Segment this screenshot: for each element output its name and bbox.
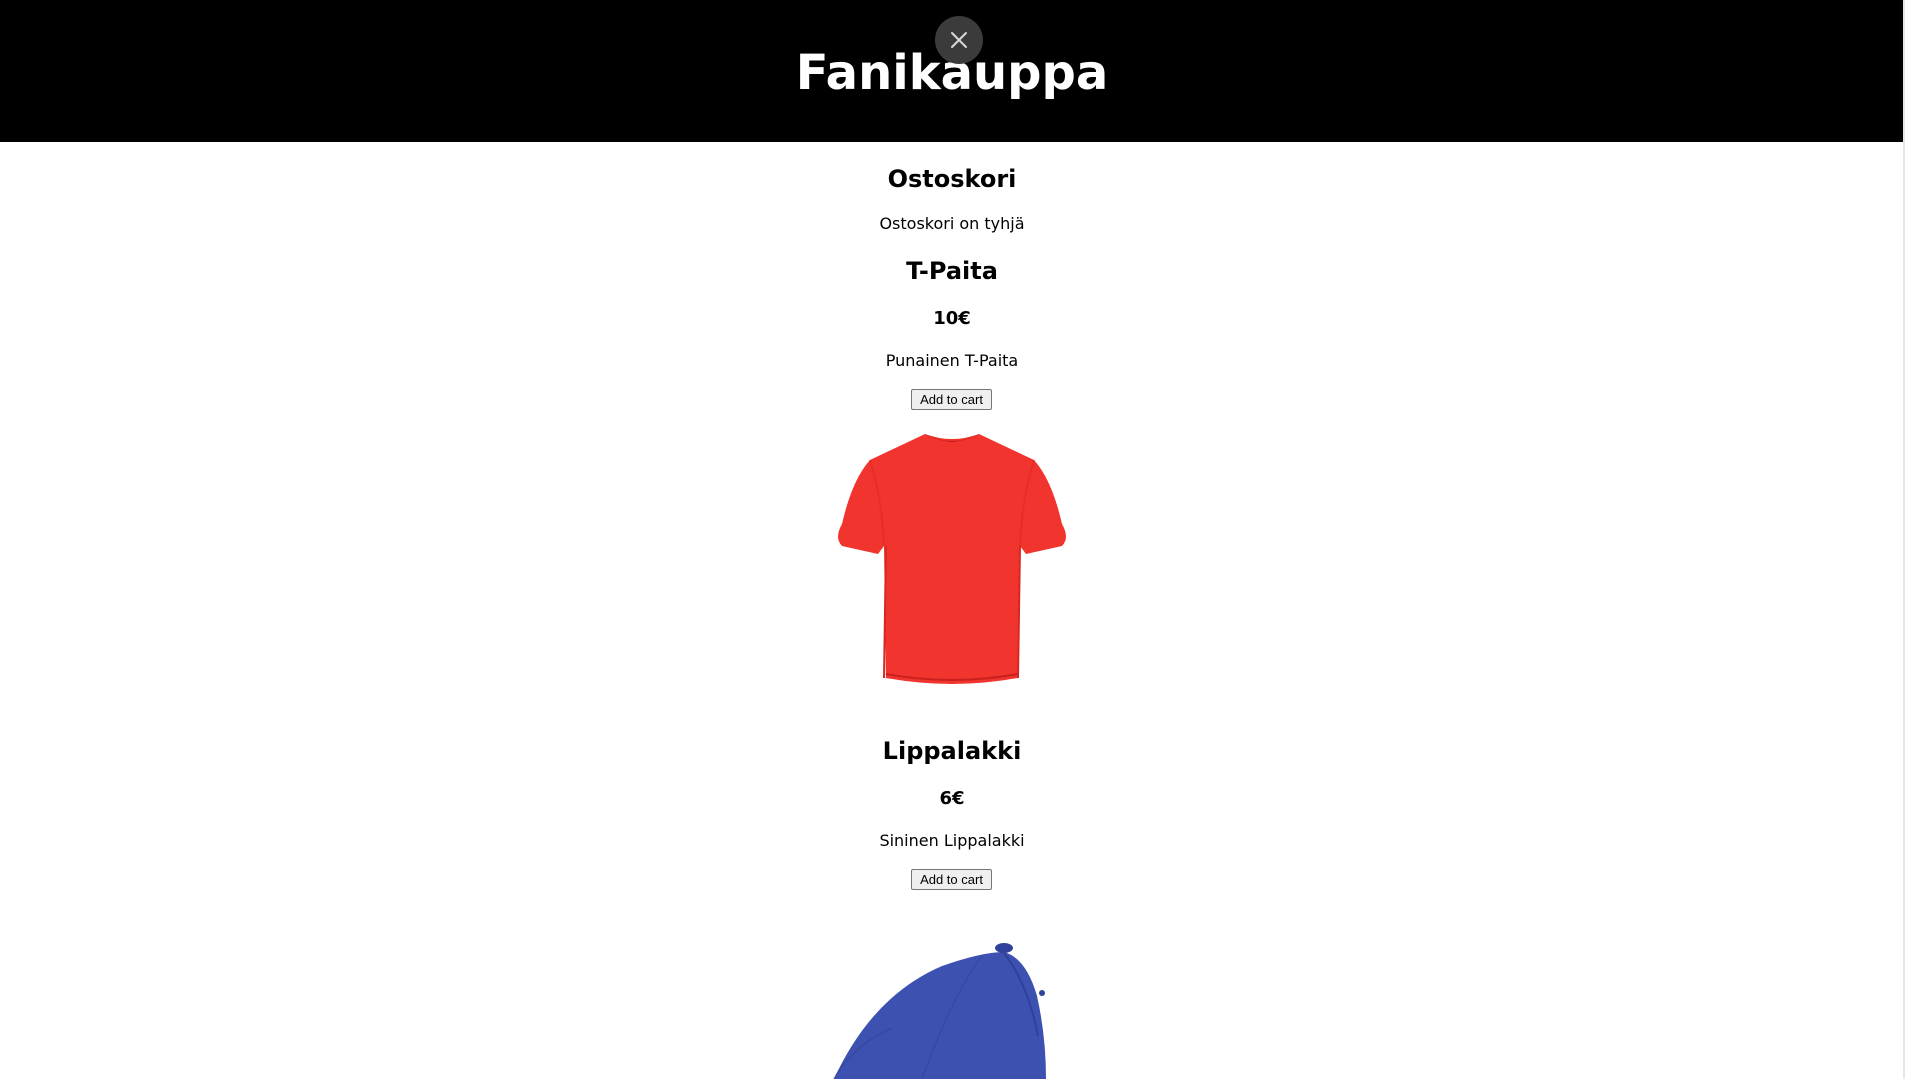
page: Fanikauppa Ostoskori Ostoskori on tyhjä … (0, 0, 1905, 1079)
product-price: 6€ (939, 788, 965, 809)
add-to-cart-button[interactable]: Add to cart (911, 389, 992, 410)
cart-empty-message: Ostoskori on tyhjä (879, 214, 1025, 233)
product-price: 10€ (933, 308, 971, 329)
add-to-cart-button[interactable]: Add to cart (911, 869, 992, 890)
cart-title: Ostoskori (887, 165, 1017, 193)
product-description: Punainen T-Paita (885, 351, 1019, 370)
close-icon (951, 32, 967, 48)
blue-cap-image (833, 943, 1046, 1079)
product-description: Sininen Lippalakki (879, 831, 1025, 850)
product-name: Lippalakki (882, 737, 1022, 765)
red-tshirt-image (838, 434, 1066, 684)
site-header: Fanikauppa (0, 0, 1904, 142)
product-name: T-Paita (906, 257, 998, 285)
close-button[interactable] (935, 16, 983, 64)
